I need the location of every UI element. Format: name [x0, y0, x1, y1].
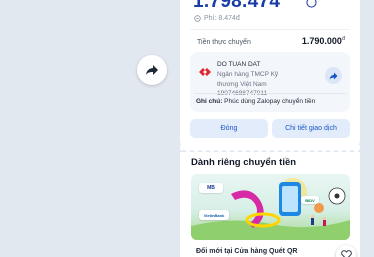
recipient-bank: Ngân hàng TMCP Kỹ thương Việt Nam 190746… — [217, 71, 279, 97]
recipient-name: DO TUAN DAT — [217, 61, 261, 68]
transfer-row: Tiền thực chuyển 1.790.000đ — [197, 36, 345, 46]
promo-section-title: Dành riêng chuyển tiền — [191, 157, 297, 168]
transfer-amount: 1.790.000đ — [302, 36, 345, 46]
bank-chip-vietinbank: VietinBank — [199, 210, 229, 220]
bank-chip-mb-label: MB — [207, 185, 215, 191]
fee-text: Phí: 8.474đ — [204, 15, 240, 22]
send-again-button[interactable] — [325, 67, 342, 84]
heart-icon — [340, 250, 352, 257]
note-row: Ghi chú: Phúc dùng Zalopay chuyển tiền — [196, 98, 315, 105]
info-icon[interactable] — [306, 0, 317, 8]
bank-chip-bidv-label: BIDV — [305, 197, 315, 203]
send-icon — [329, 72, 338, 79]
amount-total: 1.798.474 — [193, 0, 281, 12]
promo-caption: Đổi mới tại Cửa hàng Quét QR — [196, 248, 298, 255]
bank-chip-bidv: BIDV — [301, 196, 319, 204]
techcombank-logo — [199, 68, 211, 76]
transfer-amount-value: 1.790.000 — [301, 36, 342, 46]
bank-chip-vietinbank-label: VietinBank — [203, 212, 225, 218]
promo-banner[interactable]: MB VietinBank BIDV — [191, 174, 350, 240]
share-icon — [146, 65, 158, 75]
divider — [190, 29, 350, 30]
card-divider — [194, 93, 346, 94]
close-button[interactable]: Đóng — [190, 119, 268, 138]
transaction-detail-button[interactable]: Chi tiết giao dịch — [272, 119, 350, 138]
bank-chip-mb: MB — [199, 183, 223, 193]
transfer-label: Tiền thực chuyển — [197, 39, 251, 46]
note-text: Phúc dùng Zalopay chuyển tiền — [224, 98, 316, 105]
fee-row: Phí: 8.474đ — [194, 15, 240, 22]
share-button[interactable] — [137, 55, 167, 85]
note-label: Ghi chú: — [196, 98, 223, 105]
currency-symbol: đ — [341, 36, 345, 42]
fee-icon — [194, 15, 201, 22]
